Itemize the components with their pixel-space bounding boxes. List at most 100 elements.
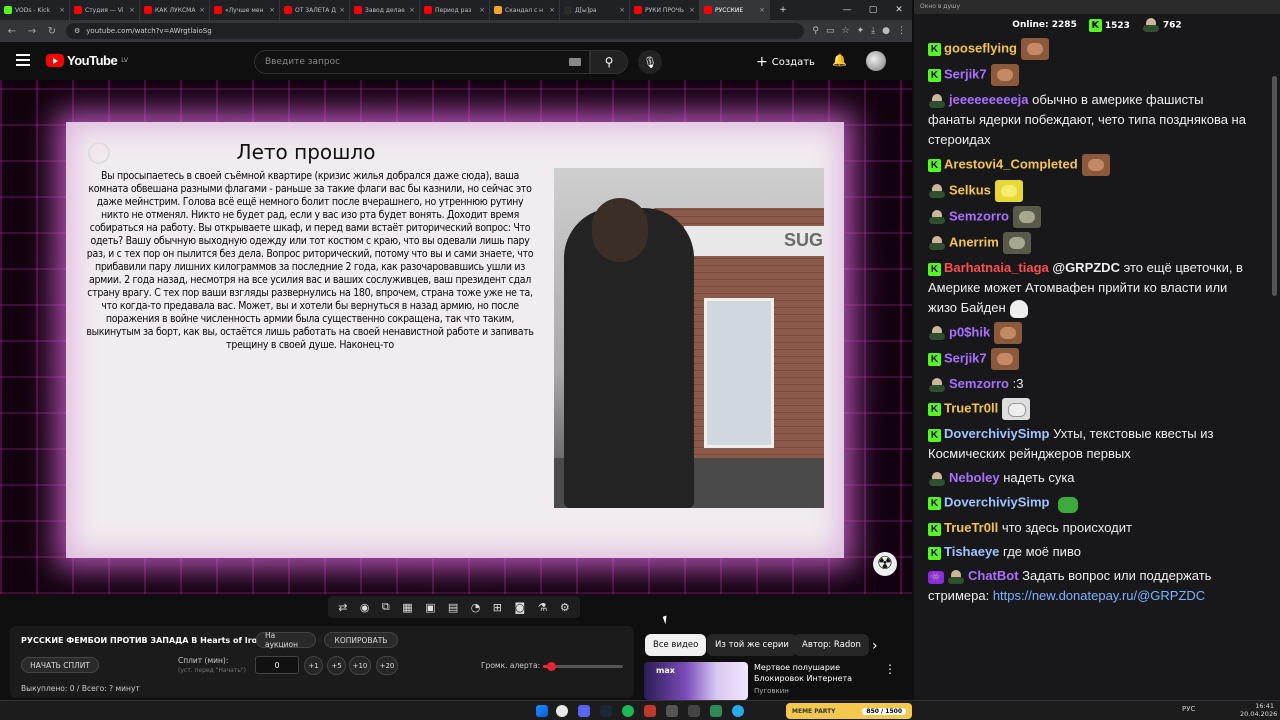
steam-icon[interactable] xyxy=(600,705,612,717)
minimize-icon[interactable]: — xyxy=(834,0,860,20)
browser-tab[interactable]: Д[ы]ра × xyxy=(560,0,630,20)
chevron-right-icon[interactable]: › xyxy=(872,638,878,654)
cast-icon[interactable]: ▭ xyxy=(826,26,835,36)
voice-search-button[interactable]: 🎙 xyxy=(638,50,662,74)
frames-icon[interactable]: ▤ xyxy=(448,601,458,614)
split-minutes-input[interactable]: 0 xyxy=(255,656,299,674)
add-5-button[interactable]: +5 xyxy=(327,656,346,675)
tab-close-icon[interactable]: × xyxy=(129,6,135,14)
chat-username[interactable]: DoverchiviySimp xyxy=(944,426,1050,441)
discord-icon[interactable] xyxy=(578,705,590,717)
zoom-icon[interactable]: ⚲ xyxy=(812,26,819,36)
add-10-button[interactable]: +10 xyxy=(349,656,371,675)
chat-mention[interactable]: @GRPZDC xyxy=(1052,260,1120,275)
chat-username[interactable]: Serjik7 xyxy=(944,350,987,365)
chip-author[interactable]: Автор: Radon xyxy=(794,634,869,656)
browser-tab[interactable]: ОТ ЗАЛЕТА Д × xyxy=(280,0,350,20)
browser-tab[interactable]: РУССКИЕ × xyxy=(700,0,770,20)
chat-username[interactable]: TrueTr0ll xyxy=(944,400,998,415)
spotify-icon[interactable] xyxy=(622,705,634,717)
chat-username[interactable]: jeeeeeeeeeja xyxy=(949,92,1029,107)
tab-close-icon[interactable]: × xyxy=(339,6,345,14)
volume-thumb[interactable] xyxy=(547,662,556,671)
menu-icon[interactable]: ⋮ xyxy=(897,26,906,36)
chat-scrollbar[interactable] xyxy=(1272,36,1278,696)
windows-start-icon[interactable] xyxy=(536,705,548,717)
reload-icon[interactable]: ↻ xyxy=(46,26,58,37)
star-icon[interactable]: ☆ xyxy=(842,26,850,36)
chat-username[interactable]: Neboley xyxy=(949,470,1000,485)
browser-tab[interactable]: «Лучше мен × xyxy=(210,0,280,20)
copy-button[interactable]: КОПИРОВАТЬ xyxy=(324,632,398,648)
recommended-video-channel[interactable]: Пуговкин xyxy=(754,687,789,695)
loop-icon[interactable]: ⇄ xyxy=(338,601,347,614)
chip-same-series[interactable]: Из той же серии xyxy=(707,634,797,656)
browser-tab[interactable]: КАК ЛУКСМА × xyxy=(140,0,210,20)
browser-tab[interactable]: Студия — Vi × xyxy=(70,0,140,20)
extensions-icon[interactable]: ✦ xyxy=(857,26,865,36)
tab-close-icon[interactable]: × xyxy=(479,6,485,14)
close-window-icon[interactable]: ✕ xyxy=(886,0,912,20)
chat-username[interactable]: gooseflying xyxy=(944,40,1017,55)
telegram-icon[interactable] xyxy=(732,705,744,717)
flask-icon[interactable]: ⚗ xyxy=(538,601,548,614)
camera-icon[interactable]: ◙ xyxy=(514,601,525,614)
donate-link[interactable]: https://new.donatepay.ru/@GRPZDC xyxy=(993,588,1205,603)
forward-icon[interactable]: → xyxy=(26,26,38,37)
alert-volume-slider[interactable] xyxy=(543,662,623,671)
search-input[interactable]: Введите запрос xyxy=(254,50,590,74)
add-20-button[interactable]: +20 xyxy=(376,656,398,675)
notifications-bell-icon[interactable]: 🔔 xyxy=(832,53,847,67)
chat-username[interactable]: p0$hik xyxy=(949,324,990,339)
chat-username[interactable]: Tishaeye xyxy=(944,544,999,559)
url-field[interactable]: ⚙ youtube.com/watch?v=AWrgtlaioSg xyxy=(66,23,805,39)
chat-username[interactable]: DoverchiviySimp xyxy=(944,494,1050,509)
browser-tab[interactable]: РУКИ ПРОЧЬ × xyxy=(630,0,700,20)
browser-tab[interactable]: Период раз × xyxy=(420,0,490,20)
obs-icon[interactable] xyxy=(644,705,656,717)
language-indicator[interactable]: РУС xyxy=(1182,705,1195,713)
cast-screen-icon[interactable]: ⧉ xyxy=(382,600,390,614)
chat-username[interactable]: Selkus xyxy=(949,182,991,197)
keyboard-icon[interactable] xyxy=(569,58,581,66)
menu-hamburger-icon[interactable] xyxy=(16,54,30,66)
chat-scrollbar-thumb[interactable] xyxy=(1272,76,1277,296)
tab-close-icon[interactable]: × xyxy=(409,6,415,14)
picture-in-picture-icon[interactable]: ▣ xyxy=(425,601,435,614)
audio-icon[interactable]: ◉ xyxy=(360,601,370,614)
chip-all-videos[interactable]: Все видео xyxy=(645,634,707,656)
chat-username[interactable]: Serjik7 xyxy=(944,66,987,81)
start-split-button[interactable]: НАЧАТЬ СПЛИТ xyxy=(21,657,99,673)
chat-username[interactable]: Anerrim xyxy=(949,234,999,249)
new-tab-icon[interactable]: + xyxy=(770,0,796,20)
create-button[interactable]: + Создать xyxy=(756,52,815,72)
tab-close-icon[interactable]: × xyxy=(759,6,765,14)
chat-username[interactable]: Semzorro xyxy=(949,376,1009,391)
meme-party-widget[interactable]: MEME PARTY 850 / 1500 xyxy=(786,703,912,719)
download-icon[interactable]: ⤓ xyxy=(871,26,875,36)
add-icon[interactable]: ⊞ xyxy=(493,601,502,614)
browser-tab[interactable]: Завод делае × xyxy=(350,0,420,20)
search-button[interactable]: ⚲ xyxy=(590,50,628,74)
browser-tab[interactable]: Скандал с н × xyxy=(490,0,560,20)
chat-username[interactable]: ChatBot xyxy=(968,568,1019,583)
film-icon[interactable]: ▦ xyxy=(402,601,412,614)
recommended-video-thumbnail[interactable]: max xyxy=(644,662,748,700)
maximize-icon[interactable]: ▢ xyxy=(860,0,886,20)
app-icon[interactable] xyxy=(688,705,700,717)
more-options-icon[interactable]: ⋮ xyxy=(884,662,896,676)
tab-close-icon[interactable]: × xyxy=(619,6,625,14)
site-info-icon[interactable]: ⚙ xyxy=(74,27,80,35)
auction-button[interactable]: На аукцион xyxy=(256,631,316,649)
back-icon[interactable]: ← xyxy=(6,26,18,37)
profile-icon[interactable]: ● xyxy=(882,26,890,36)
recommended-video-title[interactable]: Мертвое полушарие Блокировок Интернета xyxy=(754,662,874,684)
chat-username[interactable]: TrueTr0ll xyxy=(944,520,998,535)
speed-icon[interactable]: ◔ xyxy=(471,601,481,614)
chrome-icon[interactable] xyxy=(556,705,568,717)
settings-icon[interactable]: ⚙ xyxy=(560,601,570,614)
clock[interactable]: 16:41 20.04.2026 xyxy=(1240,702,1277,718)
chat-username[interactable]: Semzorro xyxy=(949,208,1009,223)
chat-username[interactable]: Arestovi4_Completed xyxy=(944,156,1078,171)
youtube-logo[interactable]: YouTube LV xyxy=(46,53,128,68)
